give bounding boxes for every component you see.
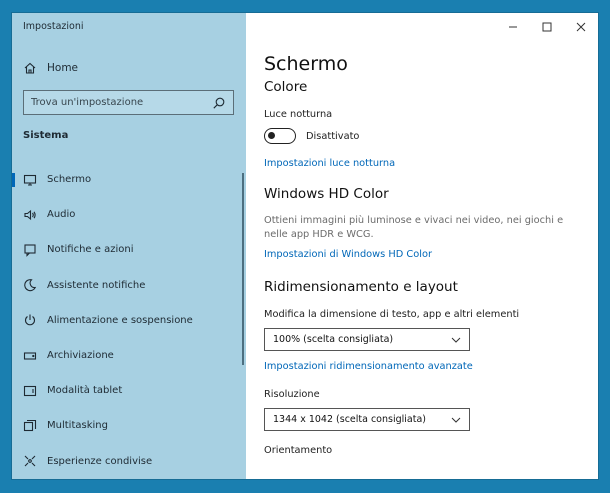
settings-content: Schermo Colore Luce notturna Disattivato… (264, 53, 584, 456)
settings-window: Impostazioni Home Sistema Schermo (12, 13, 598, 479)
sidebar-home[interactable]: Home (23, 61, 78, 75)
sidebar-scrollbar[interactable] (242, 173, 244, 365)
night-light-settings-link[interactable]: Impostazioni luce notturna (264, 158, 395, 169)
sidebar-item-label: Notifiche e azioni (47, 244, 134, 256)
scaling-label: Modifica la dimensione di testo, app e a… (264, 309, 520, 320)
orientation-label: Orientamento (264, 445, 333, 456)
sidebar-item-assistente[interactable]: Assistente notifiche (12, 268, 246, 303)
search-input[interactable] (31, 97, 201, 108)
search-icon[interactable] (212, 96, 226, 110)
close-button[interactable] (564, 13, 598, 41)
resolution-label: Risoluzione (264, 389, 320, 400)
sidebar-item-notifiche[interactable]: Notifiche e azioni (12, 232, 246, 267)
sidebar-item-tablet[interactable]: Modalità tablet (12, 373, 246, 408)
moon-icon (23, 278, 37, 292)
sidebar-item-label: Alimentazione e sospensione (47, 314, 193, 326)
chevron-down-icon (451, 417, 461, 423)
maximize-button[interactable] (530, 13, 564, 41)
notification-icon (23, 243, 37, 257)
sidebar-item-esperienze[interactable]: Esperienze condivise (12, 444, 246, 479)
sidebar-item-label: Multitasking (47, 420, 108, 432)
sidebar-nav: Schermo Audio Notifiche e azioni Assiste… (12, 162, 246, 479)
page-title: Schermo (264, 53, 348, 75)
home-icon (23, 61, 37, 75)
advanced-scaling-link[interactable]: Impostazioni ridimensionamento avanzate (264, 361, 473, 372)
sidebar-item-label: Schermo (47, 174, 92, 186)
content-pane: Schermo Colore Luce notturna Disattivato… (246, 13, 598, 479)
storage-icon (23, 349, 37, 363)
sidebar-item-alimentazione[interactable]: Alimentazione e sospensione (12, 303, 246, 338)
sidebar-item-label: Assistente notifiche (47, 279, 146, 291)
hd-color-heading: Windows HD Color (264, 186, 389, 202)
multitasking-icon (23, 419, 37, 433)
sidebar-item-schermo[interactable]: Schermo (12, 162, 246, 197)
resolution-value: 1344 x 1042 (scelta consigliata) (273, 414, 426, 425)
hd-color-description: Ottieni immagini più luminose e vivaci n… (264, 215, 564, 240)
night-light-state: Disattivato (306, 130, 360, 142)
sidebar-item-label: Esperienze condivise (47, 455, 153, 467)
hd-color-settings-link[interactable]: Impostazioni di Windows HD Color (264, 249, 432, 260)
sidebar-item-label: Modalità tablet (47, 385, 123, 397)
scaling-dropdown[interactable]: 100% (scelta consigliata) (264, 328, 470, 351)
minimize-icon (509, 26, 517, 28)
window-controls (496, 13, 598, 41)
sidebar-item-label: Audio (47, 209, 76, 221)
power-icon (23, 313, 37, 327)
speaker-icon (23, 208, 37, 222)
night-light-label: Luce notturna (264, 109, 333, 120)
monitor-icon (23, 173, 37, 187)
sidebar-item-archiviazione[interactable]: Archiviazione (12, 338, 246, 373)
sidebar-section-title: Sistema (23, 130, 69, 141)
close-icon (576, 22, 586, 32)
resolution-dropdown[interactable]: 1344 x 1042 (scelta consigliata) (264, 408, 470, 431)
sidebar-item-audio[interactable]: Audio (12, 197, 246, 232)
sidebar-item-label: Archiviazione (47, 350, 114, 362)
sidebar-item-multitasking[interactable]: Multitasking (12, 408, 246, 443)
tablet-icon (23, 384, 37, 398)
night-light-row: Disattivato (264, 128, 584, 144)
minimize-button[interactable] (496, 13, 530, 41)
night-light-toggle[interactable] (264, 128, 296, 144)
scaling-heading: Ridimensionamento e layout (264, 279, 458, 295)
app-title: Impostazioni (23, 21, 84, 32)
scaling-value: 100% (scelta consigliata) (273, 334, 394, 345)
shared-experiences-icon (23, 454, 37, 468)
sidebar-home-label: Home (47, 62, 79, 74)
maximize-icon (542, 22, 552, 32)
color-heading: Colore (264, 79, 308, 95)
search-box[interactable] (23, 90, 234, 115)
chevron-down-icon (451, 337, 461, 343)
sidebar: Impostazioni Home Sistema Schermo (12, 13, 246, 479)
